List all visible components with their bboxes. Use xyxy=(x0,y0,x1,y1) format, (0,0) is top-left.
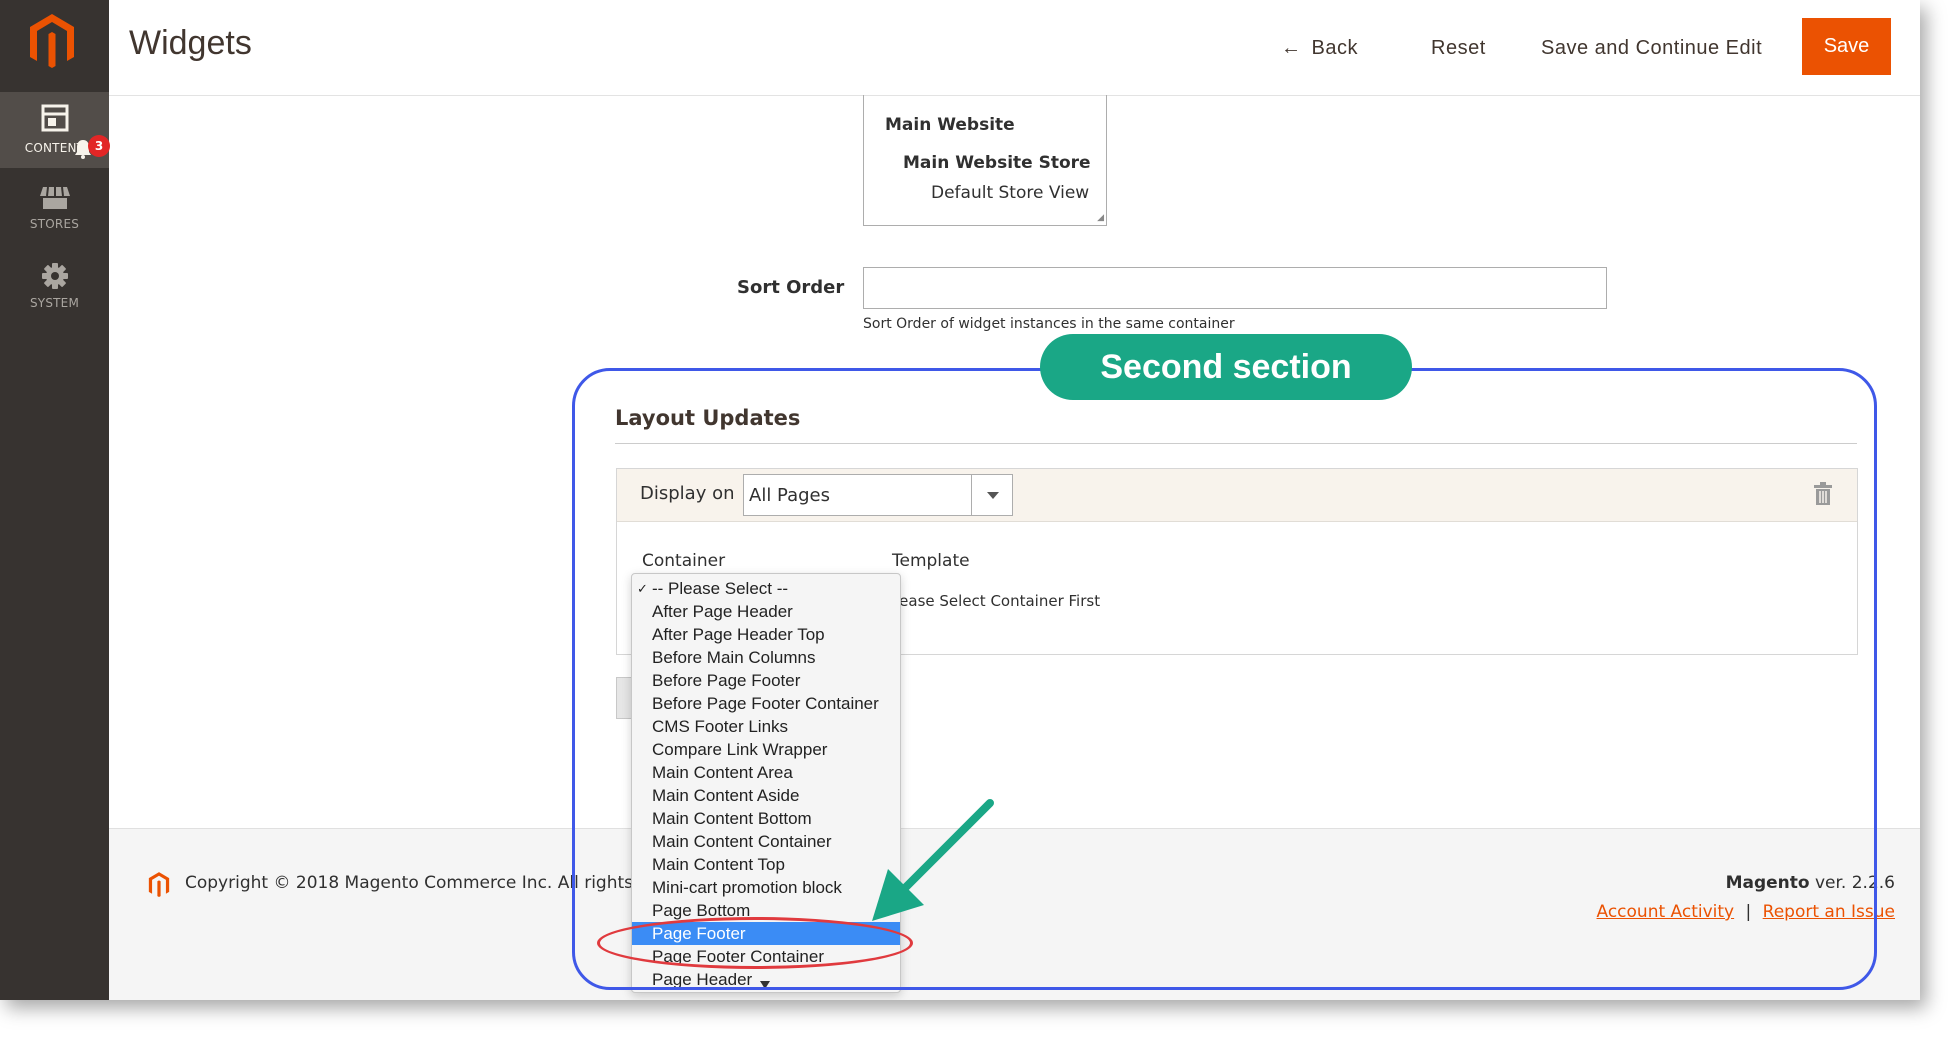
store-view-multiselect[interactable]: Main Website Main Website Store Default … xyxy=(863,95,1107,226)
gear-icon xyxy=(41,263,68,289)
save-continue-button[interactable]: Save and Continue Edit xyxy=(1541,20,1762,76)
admin-sidebar: CONTENT 3 STORES SYSTEM xyxy=(0,0,110,1000)
resize-handle-icon[interactable]: ◢ xyxy=(1097,213,1104,223)
sidebar-item-label: SYSTEM xyxy=(29,296,80,310)
save-button[interactable]: Save xyxy=(1802,18,1891,75)
back-button[interactable]: ← Back xyxy=(1281,20,1358,76)
admin-window: CONTENT 3 STORES SYSTEM Widgets ← Back R… xyxy=(0,0,1920,1000)
reset-button[interactable]: Reset xyxy=(1431,20,1486,76)
website-option[interactable]: Main Website xyxy=(885,115,1015,135)
page-title: Widgets xyxy=(129,24,252,62)
store-view-option[interactable]: Default Store View xyxy=(931,183,1089,203)
magento-logo[interactable] xyxy=(26,12,78,72)
back-label: Back xyxy=(1311,37,1358,59)
store-option[interactable]: Main Website Store xyxy=(903,153,1091,173)
sort-order-label: Sort Order xyxy=(737,277,845,298)
annotation-box xyxy=(572,368,1877,990)
sort-order-input[interactable] xyxy=(863,267,1607,309)
store-icon xyxy=(39,186,70,209)
sidebar-item-label: STORES xyxy=(29,217,80,231)
sidebar-item-content[interactable]: CONTENT xyxy=(0,92,109,168)
sort-order-note: Sort Order of widget instances in the sa… xyxy=(863,316,1235,332)
sidebar-item-system[interactable]: SYSTEM xyxy=(0,262,109,322)
layout-icon xyxy=(41,104,68,132)
sidebar-item-stores[interactable]: STORES xyxy=(0,185,109,245)
page-header: Widgets ← Back Reset Save and Continue Ed… xyxy=(109,0,1920,96)
annotation-label: Second section xyxy=(1040,334,1412,400)
arrow-left-icon: ← xyxy=(1281,37,1302,59)
magento-logo xyxy=(148,872,170,897)
notification-badge[interactable]: 3 xyxy=(88,135,110,157)
annotation-arrow-icon xyxy=(872,799,994,921)
